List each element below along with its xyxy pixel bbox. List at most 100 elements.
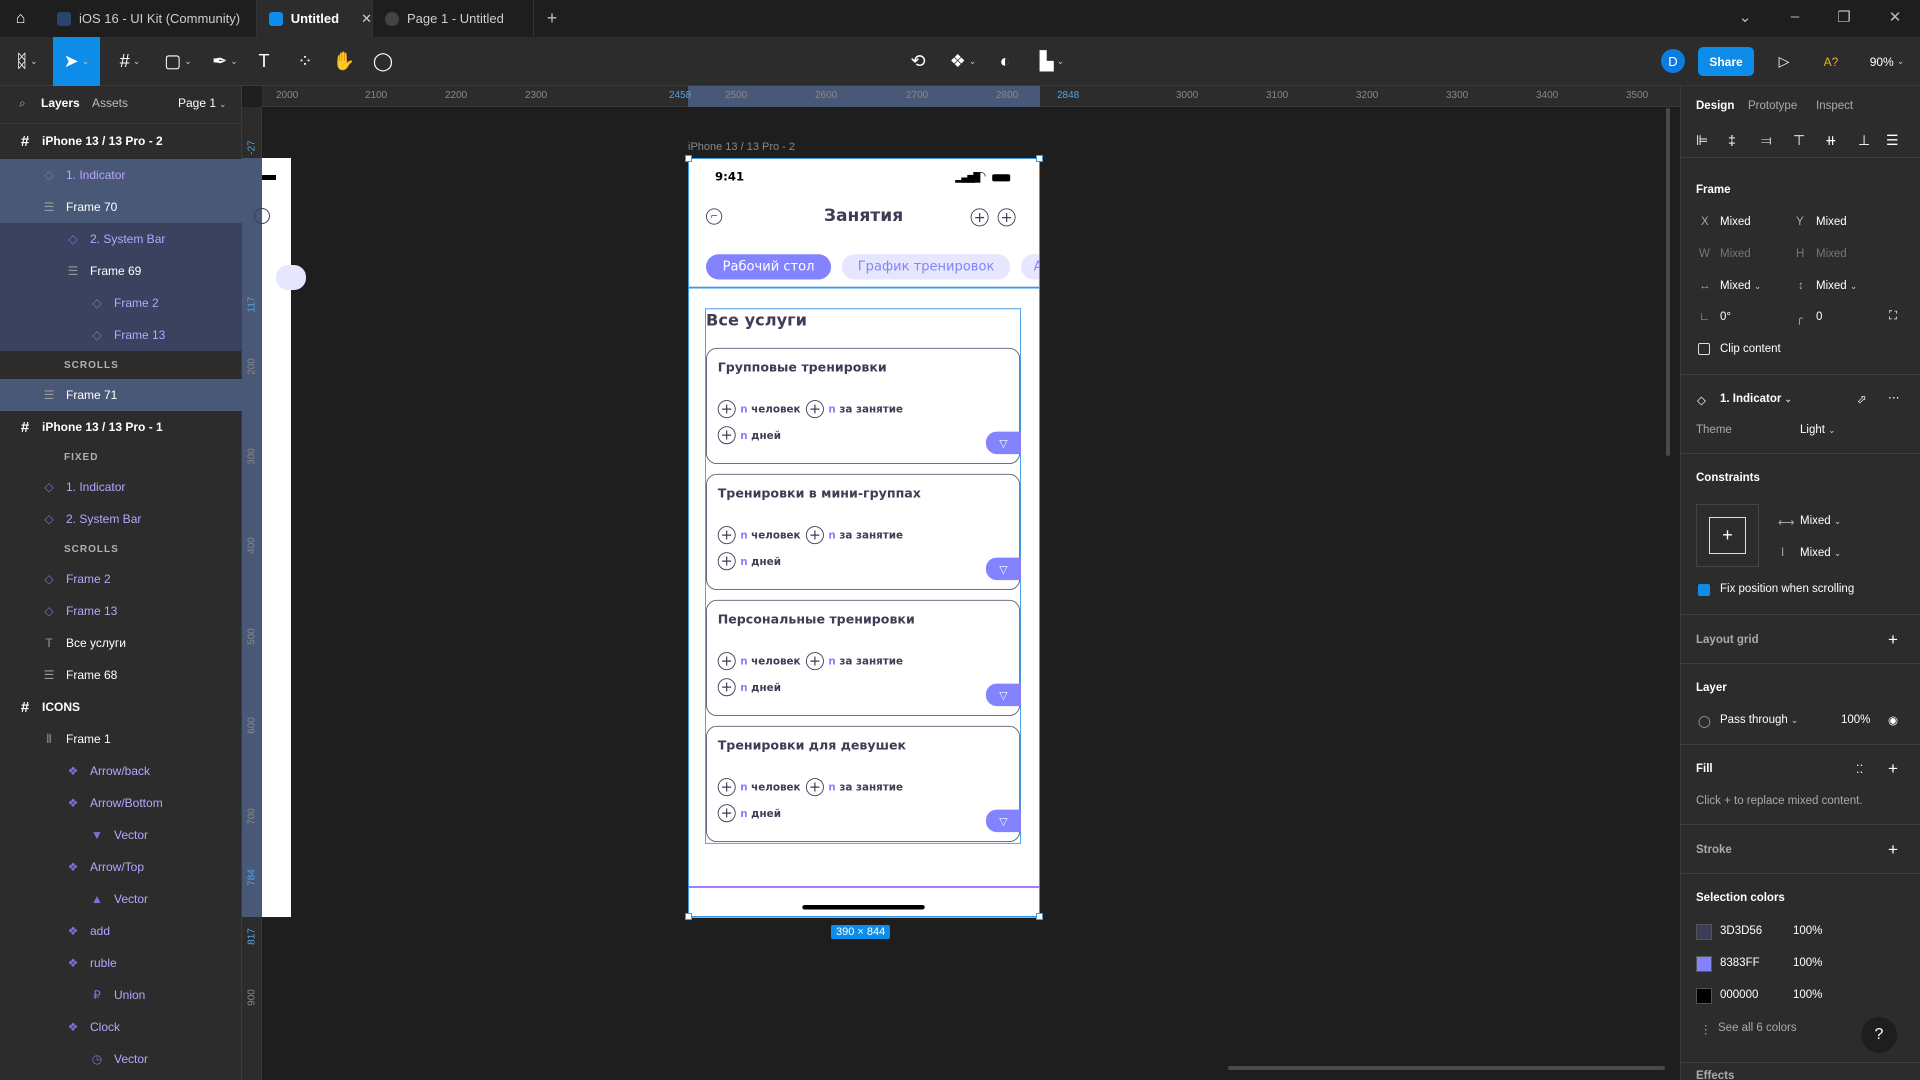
layer-row[interactable]: ❖ Clock — [0, 1011, 242, 1043]
layer-row[interactable]: ◇ 1. Indicator — [0, 471, 242, 503]
avatar[interactable]: D — [1661, 49, 1685, 73]
color-swatch[interactable] — [1696, 988, 1712, 1004]
layer-row[interactable]: ❖ Arrow/back — [0, 755, 242, 787]
layer-row[interactable]: ☰ Frame 71 — [0, 379, 242, 411]
eye-icon[interactable]: ◉ — [1888, 713, 1898, 727]
layer-row[interactable]: ◇ Frame 13 — [0, 595, 242, 627]
service-card[interactable]: Тренировки в мини-группах + n человек + n за з… — [706, 473, 1021, 590]
boolean-button[interactable]: ▙ ⌄ — [1034, 37, 1070, 86]
expand-button[interactable]: ▽ — [985, 431, 1021, 455]
mask-button[interactable]: ◐ — [993, 37, 1017, 86]
iphone-frame[interactable]: 9:41 ▂▄▆█ ◠ ⌐ Занятия + + Рабочий стол Г… — [688, 158, 1039, 918]
shape-tool[interactable]: ▢ ⌄ — [158, 37, 198, 86]
add-icon[interactable]: + — [717, 526, 736, 545]
clip-content-checkbox[interactable] — [1698, 343, 1710, 355]
add-icon[interactable]: + — [805, 652, 824, 671]
move-tool[interactable]: ➤ ⌄ — [53, 37, 100, 86]
present-button[interactable]: ▷ — [1774, 37, 1794, 86]
layer-row[interactable]: ⫴ Frame 1 — [0, 723, 242, 755]
font-warning-button[interactable]: A? — [1818, 37, 1844, 86]
service-card[interactable]: Тренировки для девушек + n человек + n за заня… — [706, 725, 1021, 842]
component-dropdown[interactable]: 1. Indicator ⌄ — [1720, 393, 1792, 405]
expand-button[interactable]: ▽ — [985, 683, 1021, 707]
opacity-input[interactable]: 100% — [1841, 714, 1870, 726]
layer-row[interactable]: ◇ 2. System Bar — [0, 223, 242, 255]
component-swap-button[interactable]: ⟲ — [906, 37, 930, 86]
tab-schedule[interactable]: График тренировок — [841, 254, 1011, 280]
frame-name-label[interactable]: iPhone 13 / 13 Pro - 2 — [688, 141, 795, 153]
blend-mode-dropdown[interactable]: Pass through ⌄ — [1720, 714, 1798, 726]
add-icon[interactable]: + — [717, 652, 736, 671]
chevron-down-icon[interactable]: ⌄ — [1735, 8, 1755, 26]
layer-row[interactable]: ◇ Frame 2 — [0, 563, 242, 595]
corner-radius-input[interactable]: 0 — [1816, 311, 1822, 323]
add-icon[interactable]: + — [805, 400, 824, 419]
add-icon[interactable]: + — [717, 678, 736, 697]
layer-row[interactable]: # iPhone 13 / 13 Pro - 1 — [0, 411, 242, 443]
align-top-icon[interactable]: ⊤ — [1793, 132, 1805, 149]
styles-icon[interactable]: ⁚⁚ — [1856, 762, 1863, 776]
layer-row[interactable]: ◇ Frame 2 — [0, 287, 242, 319]
add-icon[interactable]: + — [717, 804, 736, 823]
align-bottom-icon[interactable]: ⊥ — [1858, 132, 1870, 149]
layer-row[interactable]: ☰ Frame 69 — [0, 255, 242, 287]
component-button[interactable]: ❖ ⌄ — [946, 37, 980, 86]
layer-row[interactable]: ▲ Vector — [0, 883, 242, 915]
text-tool[interactable]: T — [252, 37, 276, 86]
search-icon[interactable]: ⌕ — [19, 96, 26, 111]
add-icon[interactable]: + — [997, 208, 1016, 227]
layer-row[interactable]: T Все услуги — [0, 627, 242, 659]
color-swatch[interactable] — [1696, 956, 1712, 972]
x-input[interactable]: Mixed — [1720, 216, 1751, 228]
horizontal-constraint-dropdown[interactable]: Mixed ⌄ — [1800, 515, 1841, 527]
main-menu-button[interactable]: ᛥ ⌄ — [8, 37, 46, 86]
tab-assets[interactable]: Assets — [92, 96, 128, 110]
layer-row[interactable]: ☰ Frame 68 — [0, 659, 242, 691]
zoom-dropdown[interactable]: 90% ⌄ — [1864, 37, 1910, 86]
distribute-icon[interactable]: ☰ — [1886, 132, 1899, 149]
add-icon[interactable]: + — [717, 426, 736, 445]
add-fill-icon[interactable]: + — [1888, 759, 1898, 779]
add-icon[interactable]: + — [717, 552, 736, 571]
pen-tool[interactable]: ✒ ⌄ — [205, 37, 245, 86]
tab-layers[interactable]: Layers — [41, 96, 80, 110]
layer-row[interactable]: ◷ Vector — [0, 1043, 242, 1075]
close-tab-icon[interactable]: ✕ — [361, 11, 372, 27]
width-input[interactable]: Mixed — [1720, 248, 1751, 260]
independent-corners-icon[interactable]: ⛶ — [1889, 310, 1897, 323]
share-button[interactable]: Share — [1698, 47, 1754, 76]
add-layout-grid-icon[interactable]: + — [1888, 630, 1898, 650]
add-icon[interactable]: + — [805, 778, 824, 797]
new-tab-button[interactable]: + — [542, 8, 562, 29]
vertical-resize-dropdown[interactable]: Mixed ⌄ — [1816, 280, 1857, 292]
tab-more[interactable]: А — [1021, 254, 1039, 280]
layer-row[interactable]: # iPhone 13 / 13 Pro - 2 — [0, 123, 242, 159]
layer-row[interactable]: ❖ add — [0, 915, 242, 947]
tab-prototype[interactable]: Page 1 - Untitled — [373, 0, 534, 37]
page-dropdown[interactable]: Page 1 ⌄ — [178, 96, 227, 110]
color-opacity[interactable]: 100% — [1793, 989, 1822, 1001]
color-swatch[interactable] — [1696, 924, 1712, 940]
home-icon[interactable]: ⌂ — [0, 0, 41, 37]
hand-tool[interactable]: ✋ — [332, 37, 356, 86]
tab-untitled[interactable]: Untitled ✕ — [257, 0, 373, 37]
y-input[interactable]: Mixed — [1816, 216, 1847, 228]
add-icon[interactable]: + — [717, 778, 736, 797]
height-input[interactable]: Mixed — [1816, 248, 1847, 260]
horizontal-scrollbar[interactable] — [1228, 1066, 1665, 1070]
layer-row[interactable]: ◇ Frame 13 — [0, 319, 242, 351]
service-card[interactable]: Персональные тренировки + n человек + n за зан… — [706, 599, 1021, 716]
vertical-constraint-dropdown[interactable]: Mixed ⌄ — [1800, 547, 1841, 559]
layer-row[interactable]: ❖ Arrow/Bottom — [0, 787, 242, 819]
comment-tool[interactable]: ◯ — [371, 37, 395, 86]
layer-row[interactable]: ❖ Arrow/Top — [0, 851, 242, 883]
layer-row[interactable]: ▼ Vector — [0, 819, 242, 851]
tab-design[interactable]: Design — [1696, 100, 1734, 112]
add-stroke-icon[interactable]: + — [1888, 840, 1898, 860]
tab-inspect[interactable]: Inspect — [1816, 100, 1853, 112]
layer-row[interactable]: ❖ ruble — [0, 947, 242, 979]
fix-position-checkbox[interactable] — [1698, 584, 1710, 596]
horizontal-resize-dropdown[interactable]: Mixed ⌄ — [1720, 280, 1761, 292]
color-hex[interactable]: 8383FF — [1720, 957, 1760, 969]
maximize-button[interactable]: ❐ — [1834, 8, 1854, 26]
